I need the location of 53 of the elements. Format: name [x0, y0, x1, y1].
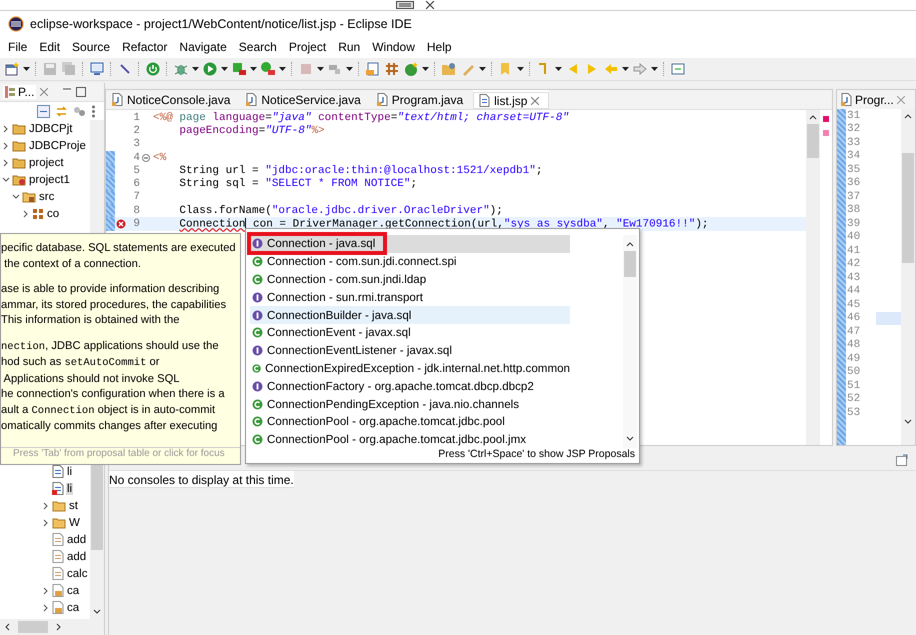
line-number: 6	[132, 178, 140, 190]
console-message: No consoles to display at this time.	[109, 471, 294, 488]
doc-text: This information is obtained with the	[1, 313, 180, 328]
line-number: 5	[132, 164, 140, 177]
line-number: 32	[846, 123, 862, 136]
line-number: 41	[846, 244, 862, 257]
doc-text: ase is able to provide information describing	[1, 282, 220, 297]
line-number: 50	[846, 366, 862, 378]
code-line: String sql = "SELECT * FROM NOTICE";	[178, 178, 418, 190]
line-number: 43	[846, 272, 862, 284]
line-number: 35	[846, 164, 862, 176]
line-number: 31	[846, 110, 862, 122]
code-line: pageEncoding="UTF-8"%>	[178, 124, 325, 137]
line-number: 1	[132, 112, 140, 124]
line-number: 36	[846, 177, 862, 190]
line-number: 7	[132, 191, 140, 204]
doc-text: hod such as setAutoCommit or	[1, 355, 160, 371]
line-number: 51	[846, 380, 862, 392]
line-number: 39	[846, 218, 862, 230]
line-number: 2	[132, 124, 140, 137]
code-line: Class.forName("oracle.jdbc.driver.OracleDriver");	[178, 204, 503, 217]
tooltip-hint: Press 'Tab' from proposal table or click for focus	[1, 447, 240, 464]
doc-text: ammar, its stored procedures, the capabilities	[1, 298, 228, 312]
doc-text: the context of a connection.	[3, 256, 142, 272]
line-number: 46	[846, 312, 862, 324]
line-number: 53	[846, 406, 862, 419]
line-number: 38	[846, 204, 862, 216]
code-line: <%@ page language="java" contentType="text/html; charset=UTF-8"	[152, 112, 569, 124]
line-number: 3	[132, 138, 140, 150]
doc-text: ault a Connection object is in auto-commit	[1, 402, 216, 418]
code-line: String url = "jdbc:oracle:thin:@localhost:1521/xepdb1";	[178, 164, 542, 177]
line-number: 48	[846, 339, 862, 352]
line-number: 8	[132, 204, 140, 217]
code-line: <%	[152, 152, 166, 164]
doc-text: Applications should not invoke SQL	[2, 372, 180, 386]
popup-hint: Press 'Ctrl+Space' to show JSP Proposals	[437, 448, 636, 462]
line-number: 34	[846, 150, 862, 162]
line-number: 37	[846, 190, 862, 203]
line-number: 40	[846, 231, 862, 244]
line-number: 33	[846, 136, 862, 149]
window-title: eclipse-workspace - project1/WebContent/notice/list.jsp - Eclipse IDE	[30, 16, 412, 30]
line-number: 42	[846, 258, 862, 270]
doc-text: omatically commits changes after executing	[1, 419, 218, 434]
line-number: 49	[846, 352, 862, 365]
doc-text: he connection's configuration when there is a	[1, 387, 226, 402]
line-number: 4	[132, 152, 140, 164]
line-number: 9	[132, 218, 140, 230]
line-number: 45	[846, 298, 862, 311]
line-number: 44	[846, 285, 862, 298]
doc-text: nection, JDBC applications should use the	[1, 338, 220, 354]
line-number: 52	[846, 393, 862, 406]
doc-text: pecific database. SQL statements are executed	[1, 241, 237, 256]
line-number: 47	[846, 326, 862, 338]
